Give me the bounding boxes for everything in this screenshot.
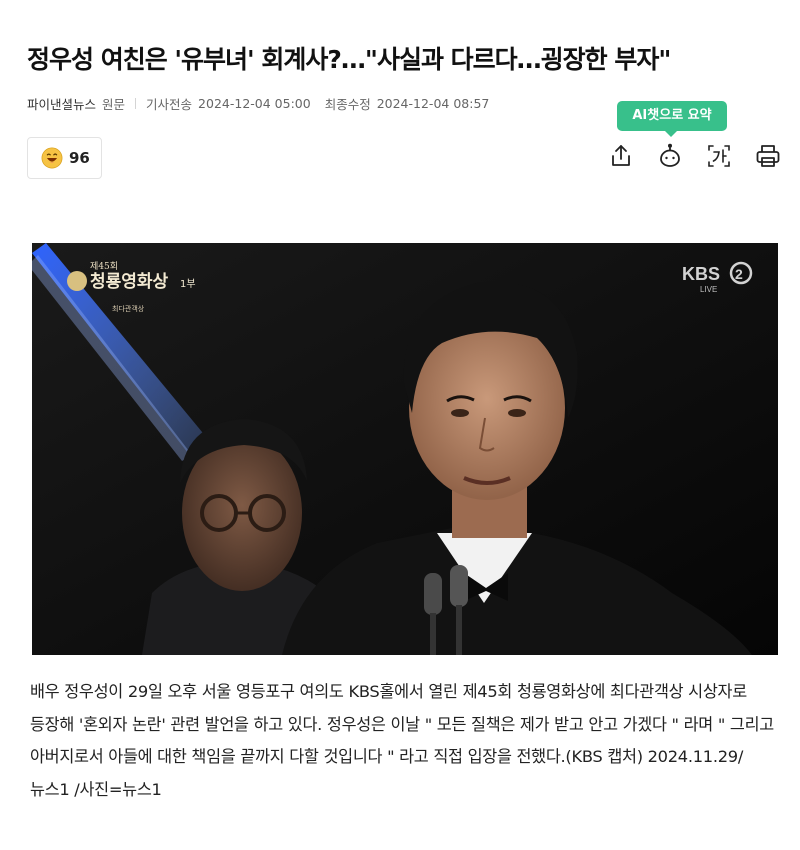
event-subtitle: 최다관객상: [112, 304, 145, 313]
broadcaster-channel: 2: [735, 266, 743, 282]
published-label: 기사전송: [146, 96, 193, 112]
share-icon[interactable]: [607, 142, 635, 170]
event-part: 1부: [180, 279, 196, 290]
source-name[interactable]: 파이낸셜뉴스: [27, 94, 96, 113]
font-size-icon[interactable]: [705, 142, 733, 170]
modified-label: 최종수정: [324, 96, 371, 112]
original-link[interactable]: 원문: [102, 94, 125, 113]
event-title: 청룡영화상: [90, 271, 169, 292]
ai-summary-tooltip[interactable]: AI챗으로 요약: [617, 101, 727, 137]
laugh-face-icon: [41, 147, 63, 169]
published-time: 2024-12-04 05:00: [198, 95, 311, 111]
event-number: 제45회: [90, 261, 118, 272]
print-icon[interactable]: [754, 142, 782, 170]
ai-chat-icon[interactable]: [656, 142, 684, 170]
article-meta: 파이낸셜뉴스 원문 기사전송 2024-12-04 05:00 최종수정 202…: [27, 94, 489, 112]
broadcaster-name: KBS: [682, 264, 720, 284]
article-headline: 정우성 여친은 '유부녀' 회계사?…"사실과 다르다…굉장한 부자": [27, 45, 671, 74]
reaction-count: 96: [69, 149, 90, 167]
reaction-button[interactable]: 96: [27, 137, 102, 179]
photo-caption: 배우 정우성이 29일 오후 서울 영등포구 여의도 KBS홀에서 열린 제45…: [30, 682, 774, 799]
article-photo: 제45회 청룡영화상 1부 최다관객상 KBS 2 LIVE: [32, 243, 778, 655]
divider: [135, 97, 137, 109]
live-label: LIVE: [700, 285, 717, 294]
modified-time: 2024-12-04 08:57: [376, 95, 490, 111]
